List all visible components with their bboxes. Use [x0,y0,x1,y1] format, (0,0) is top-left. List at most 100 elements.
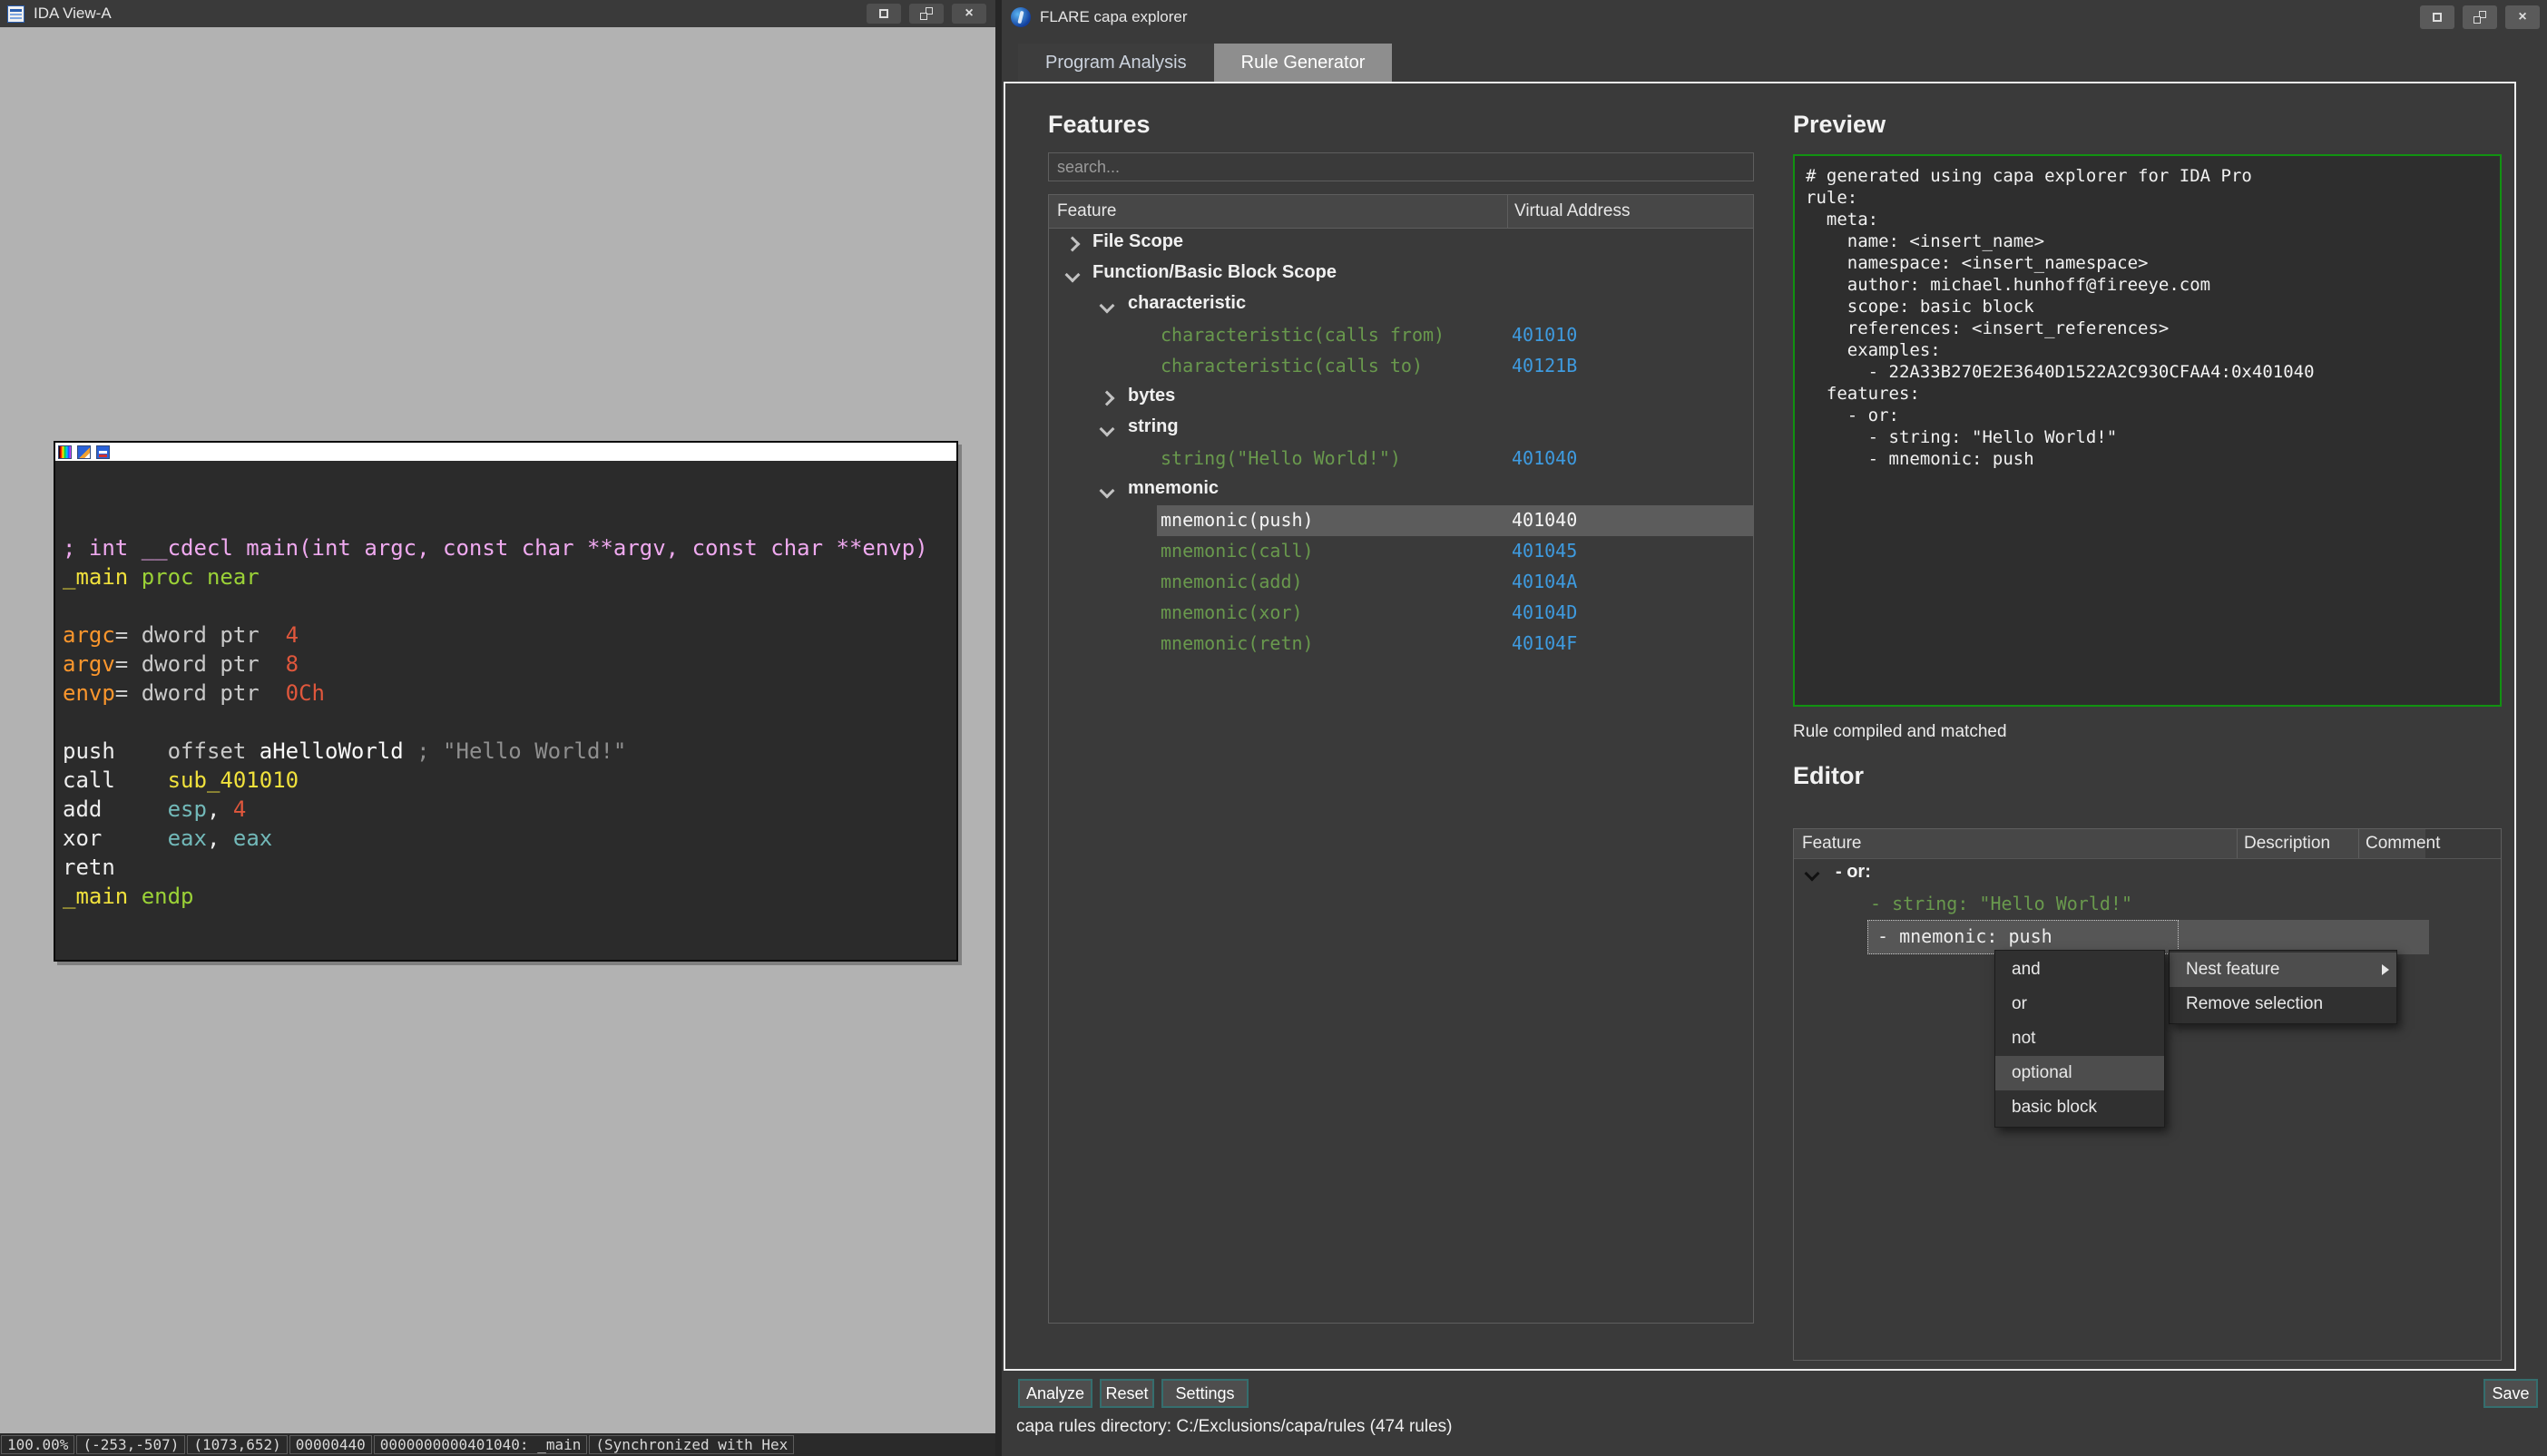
rule-preview-text[interactable]: # generated using capa explorer for IDA … [1795,156,2500,479]
column-header-feature[interactable]: Feature [1802,834,1861,854]
feature-tree-scope-row[interactable]: bytes [1049,382,1753,413]
nest-feature-submenu: andornotoptionalbasic block [1994,950,2165,1128]
feature-tree-leaf-row[interactable]: characteristic(calls to)40121B [1049,351,1753,382]
disasm-token: 0Ch [286,680,325,706]
chevron-right-icon[interactable] [1100,391,1115,406]
virtual-address: 40121B [1512,355,1577,376]
disasm-token: 8 [286,651,299,677]
disasm-line[interactable]: ; int __cdecl main(int argc, const char … [63,533,928,562]
disassembly-code[interactable]: ; int __cdecl main(int argc, const char … [63,533,928,911]
menu-item-basic-block[interactable]: basic block [1995,1090,2164,1125]
menu-item-nest-feature[interactable]: Nest feature [2170,953,2396,987]
disasm-line[interactable]: xor eax, eax [63,824,928,853]
column-divider [1507,195,1508,228]
chevron-down-icon[interactable] [1100,484,1115,499]
ida-window-buttons: × [867,4,986,24]
feature-tree-scope-row[interactable]: characteristic [1049,289,1753,320]
disasm-token: call [63,767,115,793]
restore-button[interactable] [2463,5,2497,29]
disasm-line[interactable]: _main endp [63,882,928,911]
graph-overview-icon[interactable] [96,445,110,459]
restore-button[interactable] [909,4,944,24]
disasm-token: ; "Hello World!" [416,738,626,764]
chevron-down-icon[interactable] [1100,298,1115,314]
chevron-down-icon[interactable] [1805,866,1820,882]
search-input[interactable] [1048,152,1754,181]
disasm-line[interactable]: retn [63,853,928,882]
settings-button[interactable]: Settings [1161,1379,1249,1408]
close-button[interactable]: × [2505,5,2540,29]
feature-tree-leaf-row[interactable]: mnemonic(call)401045 [1049,536,1753,567]
status-segment: 0000000000401040: _main [374,1435,588,1454]
feature-tree-leaf-row[interactable]: mnemonic(add)40104A [1049,567,1753,598]
submenu-arrow-icon [2382,964,2389,975]
feature-label: string("Hello World!") [1161,447,1401,469]
editor-row-string[interactable]: - string: "Hello World!" [1794,889,2501,920]
virtual-address: 401040 [1512,509,1577,531]
chevron-down-icon[interactable] [1100,422,1115,437]
disasm-token: , [207,796,233,822]
feature-tree-scope-row[interactable]: string [1049,413,1753,444]
disasm-line[interactable]: add esp, 4 [63,795,928,824]
maximize-button[interactable] [867,4,901,24]
disasm-token: aHelloWorld [260,738,404,764]
disasm-token: _main [63,884,128,909]
virtual-address: 40104F [1512,632,1577,654]
colors-icon[interactable] [58,445,72,459]
feature-tree-scope-row[interactable]: Function/Basic Block Scope [1049,259,1753,289]
status-segment: (Synchronized with Hex [589,1435,794,1454]
menu-item-not[interactable]: not [1995,1021,2164,1056]
status-segment: 100.00% [1,1435,74,1454]
save-button[interactable]: Save [2483,1379,2538,1408]
disasm-line[interactable] [63,708,928,737]
edit-icon[interactable] [77,445,91,459]
disasm-line[interactable] [63,591,928,621]
disasm-line[interactable]: argc= dword ptr 4 [63,621,928,650]
disasm-line[interactable]: _main proc near [63,562,928,591]
disasm-line[interactable]: push offset aHelloWorld ; "Hello World!" [63,737,928,766]
ida-titlebar: IDA View-A [0,0,995,27]
maximize-button[interactable] [2420,5,2454,29]
disasm-token [102,826,167,851]
feature-tree-leaf-row[interactable]: string("Hello World!")401040 [1049,444,1753,474]
disasm-token: = dword ptr [115,680,286,706]
capa-logo-icon [1011,7,1031,27]
menu-item-optional[interactable]: optional [1995,1056,2164,1090]
disasm-token: argv [63,651,115,677]
chevron-down-icon[interactable] [1065,268,1081,283]
ida-statusbar: 100.00%(-253,-507)(1073,652)000004400000… [0,1433,995,1456]
feature-label: mnemonic(retn) [1161,632,1314,654]
disassembly-window[interactable]: ; int __cdecl main(int argc, const char … [54,441,958,962]
chevron-right-icon[interactable] [1065,237,1081,252]
menu-item-remove-selection[interactable]: Remove selection [2170,987,2396,1021]
menu-item-or[interactable]: or [1995,987,2164,1021]
tab-rule-generator[interactable]: Rule Generator [1214,44,1393,82]
capa-titlebar: FLARE capa explorer [1002,0,2547,34]
disasm-line[interactable]: call sub_401010 [63,766,928,795]
disasm-token: offset [168,738,260,764]
feature-tree-scope-row[interactable]: File Scope [1049,228,1753,259]
analyze-button[interactable]: Analyze [1018,1379,1092,1408]
feature-label: mnemonic(push) [1161,509,1314,531]
reset-button[interactable]: Reset [1100,1379,1154,1408]
column-header-virtual-address[interactable]: Virtual Address [1514,201,1630,221]
column-header-comment[interactable]: Comment [2366,834,2440,854]
menu-item-and[interactable]: and [1995,953,2164,987]
feature-tree-leaf-row[interactable]: mnemonic(retn) 40104F [1049,629,1753,660]
feature-tree-leaf-row[interactable]: mnemonic(xor)40104D [1049,598,1753,629]
column-header-feature[interactable]: Feature [1057,201,1116,221]
feature-tree-leaf-row[interactable]: characteristic(calls from)401010 [1049,320,1753,351]
tab-program-analysis[interactable]: Program Analysis [1018,44,1214,82]
feature-tree-leaf-row[interactable]: mnemonic(push) 401040 [1049,505,1753,536]
disasm-line[interactable]: envp= dword ptr 0Ch [63,679,928,708]
close-button[interactable]: × [952,4,986,24]
editor-row-or[interactable]: - or: [1794,858,2501,889]
ida-canvas: ; int __cdecl main(int argc, const char … [0,27,995,1433]
feature-tree-scope-row[interactable]: mnemonic [1049,474,1753,505]
rule-preview-box: # generated using capa explorer for IDA … [1793,154,2502,707]
disasm-token: sub_401010 [168,767,299,793]
disasm-line[interactable]: argv= dword ptr 8 [63,650,928,679]
disassembly-toolbar [55,443,956,461]
disasm-token: proc near [142,564,260,590]
column-header-description[interactable]: Description [2244,834,2330,854]
